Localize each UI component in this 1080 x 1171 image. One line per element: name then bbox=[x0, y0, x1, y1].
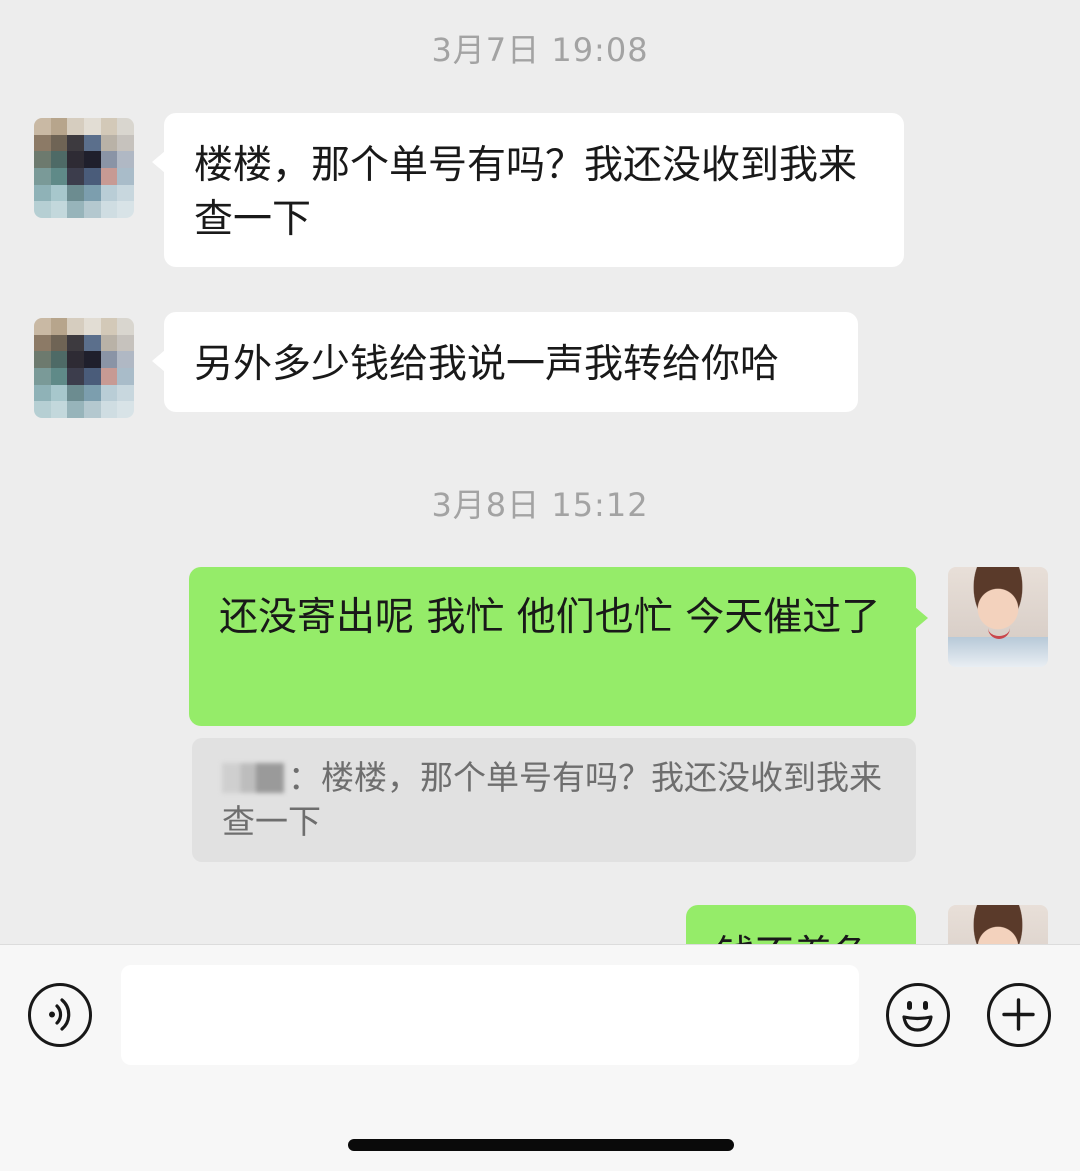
more-button[interactable] bbox=[987, 983, 1051, 1047]
message-text: 钱不着急 bbox=[716, 933, 872, 944]
smile-shape bbox=[988, 627, 1010, 639]
message-bubble-outgoing[interactable]: 钱不着急 bbox=[686, 905, 916, 944]
emoji-button[interactable] bbox=[886, 983, 950, 1047]
message-text: 楼楼，那个单号有吗？我还没收到我来查一下 bbox=[194, 143, 858, 242]
voice-icon bbox=[49, 998, 71, 1031]
message-input[interactable] bbox=[121, 965, 859, 1065]
message-bubble-incoming[interactable]: 另外多少钱给我说一声我转给你哈 bbox=[152, 312, 858, 412]
plus-icon bbox=[1002, 998, 1035, 1031]
blurred-sender-name bbox=[222, 763, 284, 793]
timestamp: 3月8日 15:12 bbox=[431, 486, 649, 524]
self-avatar[interactable] bbox=[948, 567, 1048, 667]
timestamp: 3月7日 19:08 bbox=[431, 31, 649, 69]
message-bubble-incoming[interactable]: 楼楼，那个单号有吗？我还没收到我来查一下 bbox=[152, 113, 904, 267]
quote-separator: ： bbox=[288, 758, 321, 797]
quote-text: 楼楼，那个单号有吗？我还没收到我来查一下 bbox=[222, 758, 882, 841]
quoted-message[interactable]: ：楼楼，那个单号有吗？我还没收到我来查一下 bbox=[192, 738, 916, 862]
message-text: 还没寄出呢 我忙 他们也忙 今天催过了 bbox=[219, 595, 881, 640]
input-bar bbox=[0, 944, 1080, 1171]
self-avatar[interactable] bbox=[948, 905, 1048, 944]
voice-button[interactable] bbox=[28, 983, 92, 1047]
emoji-icon bbox=[902, 1001, 933, 1032]
chat-area[interactable]: 3月7日 19:08 楼楼，那个单号有吗？我还没收到我来查一下 另外多少钱给我说… bbox=[0, 0, 1080, 944]
message-bubble-outgoing[interactable]: 还没寄出呢 我忙 他们也忙 今天催过了 bbox=[189, 567, 928, 726]
message-text: 另外多少钱给我说一声我转给你哈 bbox=[194, 342, 780, 387]
contact-avatar[interactable] bbox=[34, 318, 134, 418]
home-indicator bbox=[348, 1139, 734, 1151]
contact-avatar[interactable] bbox=[34, 118, 134, 218]
